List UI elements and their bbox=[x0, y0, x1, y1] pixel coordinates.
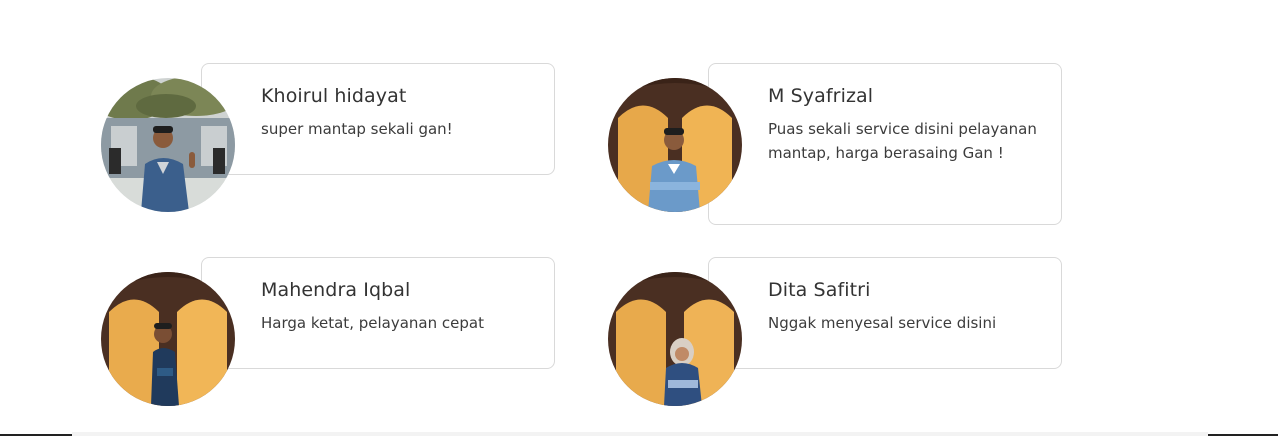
avatar bbox=[608, 78, 742, 212]
review-text: Harga ketat, pelayanan cepat bbox=[261, 314, 484, 332]
reviewer-name: Dita Safitri bbox=[768, 279, 871, 301]
testimonial-card: Khoirul hidayat super mantap sekali gan! bbox=[201, 63, 555, 175]
avatar bbox=[608, 272, 742, 406]
testimonial-card: Mahendra Iqbal Harga ketat, pelayanan ce… bbox=[201, 257, 555, 369]
reviewer-name: Khoirul hidayat bbox=[261, 85, 407, 107]
reviewer-name: M Syafrizal bbox=[768, 85, 874, 107]
person-photo-icon bbox=[608, 78, 742, 212]
review-text: super mantap sekali gan! bbox=[261, 120, 453, 138]
testimonial-card: Dita Safitri Nggak menyesal service disi… bbox=[708, 257, 1062, 369]
testimonials-section: Khoirul hidayat super mantap sekali gan! bbox=[0, 0, 1278, 436]
avatar bbox=[101, 78, 235, 212]
avatar bbox=[101, 272, 235, 406]
reviewer-name: Mahendra Iqbal bbox=[261, 279, 411, 301]
person-photo-icon bbox=[101, 78, 235, 212]
review-text: Puas sekali service disini pelayanan man… bbox=[768, 120, 1037, 162]
review-text: Nggak menyesal service disini bbox=[768, 314, 997, 332]
testimonial-card: M Syafrizal Puas sekali service disini p… bbox=[708, 63, 1062, 225]
person-photo-icon bbox=[101, 272, 235, 406]
person-photo-icon bbox=[608, 272, 742, 406]
footer-divider bbox=[72, 432, 1208, 436]
